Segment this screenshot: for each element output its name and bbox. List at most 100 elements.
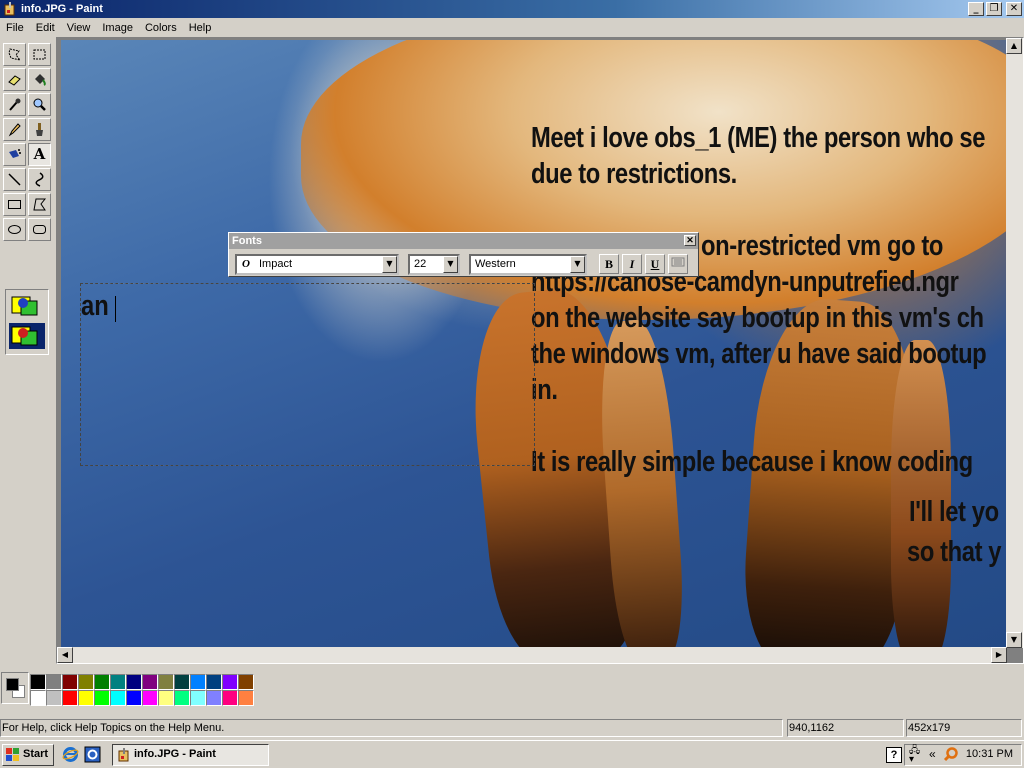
color-swatch[interactable]: [142, 690, 158, 706]
color-swatch[interactable]: [238, 674, 254, 690]
menu-edit[interactable]: Edit: [30, 22, 61, 34]
network-tray-icon[interactable]: 🖧 ▾: [909, 746, 920, 765]
color-swatch[interactable]: [158, 690, 174, 706]
color-swatch[interactable]: [206, 690, 222, 706]
color-swatch[interactable]: [94, 674, 110, 690]
font-size-select[interactable]: 22 ▼: [408, 254, 460, 275]
internet-explorer-icon[interactable]: [62, 746, 79, 763]
close-button[interactable]: ✕: [1006, 2, 1022, 16]
vertical-text-button[interactable]: [668, 254, 688, 274]
menu-image[interactable]: Image: [96, 22, 139, 34]
color-swatch[interactable]: [30, 690, 46, 706]
color-swatch[interactable]: [190, 690, 206, 706]
color-swatch[interactable]: [142, 674, 158, 690]
bold-button[interactable]: B: [599, 254, 619, 274]
show-desktop-icon[interactable]: [84, 746, 101, 763]
font-script-select[interactable]: Western ▼: [469, 254, 587, 275]
font-name-select[interactable]: O Impact ▼: [235, 254, 399, 275]
rounded-rectangle-icon: [33, 225, 46, 234]
color-swatch[interactable]: [238, 690, 254, 706]
ellipse-tool[interactable]: [3, 218, 26, 241]
magnifier-icon: [33, 98, 46, 111]
eraser-icon: [8, 75, 21, 86]
brush-tool[interactable]: [28, 118, 51, 141]
color-swatch[interactable]: [222, 690, 238, 706]
paint-app-icon[interactable]: [3, 2, 17, 16]
polygon-tool[interactable]: [28, 193, 51, 216]
chevron-down-icon[interactable]: ▼: [382, 256, 397, 273]
minimize-button[interactable]: _: [968, 2, 984, 16]
menu-help[interactable]: Help: [183, 22, 218, 34]
color-swatch[interactable]: [46, 690, 62, 706]
scroll-down-button[interactable]: ▼: [1006, 632, 1022, 648]
scroll-up-button[interactable]: ▲: [1006, 38, 1022, 54]
color-swatch[interactable]: [30, 674, 46, 690]
rectangle-tool[interactable]: [3, 193, 26, 216]
drawing-area[interactable]: Meet i love obs_1 (ME) the person who se…: [56, 37, 1024, 664]
airbrush-tool[interactable]: [3, 143, 26, 166]
color-swatch[interactable]: [206, 674, 222, 690]
select-tool[interactable]: [28, 43, 51, 66]
magnifier-tool[interactable]: [28, 93, 51, 116]
fill-with-color-tool[interactable]: [28, 68, 51, 91]
color-swatch[interactable]: [110, 674, 126, 690]
status-help-text: For Help, click Help Topics on the Help …: [0, 719, 783, 737]
color-swatch[interactable]: [158, 674, 174, 690]
current-colors: [1, 672, 29, 704]
menu-colors[interactable]: Colors: [139, 22, 183, 34]
fox-image-canvas[interactable]: Meet i love obs_1 (ME) the person who se…: [61, 40, 1006, 648]
chevron-down-icon[interactable]: ▼: [443, 256, 458, 273]
text-tool[interactable]: A: [28, 143, 51, 166]
help-tray-icon[interactable]: ?: [886, 747, 902, 763]
opaque-background-option[interactable]: [9, 293, 45, 319]
fonts-toolbar-title[interactable]: Fonts ✕: [229, 233, 698, 249]
color-swatch[interactable]: [174, 690, 190, 706]
color-swatch[interactable]: [78, 674, 94, 690]
typed-text[interactable]: an: [81, 290, 109, 323]
fonts-toolbar-title-text: Fonts: [232, 235, 262, 247]
menu-view[interactable]: View: [61, 22, 97, 34]
color-swatch[interactable]: [126, 690, 142, 706]
taskbar-item-paint[interactable]: info.JPG - Paint: [112, 744, 269, 766]
text-selection-box[interactable]: [80, 283, 535, 466]
rounded-rectangle-tool[interactable]: [28, 218, 51, 241]
free-form-select-tool[interactable]: [3, 43, 26, 66]
start-label: Start: [23, 748, 49, 760]
restore-button[interactable]: ❐: [986, 2, 1002, 16]
underline-button[interactable]: U: [645, 254, 665, 274]
fonts-close-button[interactable]: ✕: [684, 235, 696, 246]
transparent-background-option[interactable]: [9, 323, 45, 349]
taskbar: Start info.JPG - Paint ? 🖧 ▾ « 10:31 PM: [0, 740, 1024, 768]
scroll-left-button[interactable]: ◀: [57, 647, 73, 663]
color-swatch[interactable]: [78, 690, 94, 706]
eraser-tool[interactable]: [3, 68, 26, 91]
select-icon: [33, 49, 46, 60]
color-swatch[interactable]: [174, 674, 190, 690]
pencil-tool[interactable]: [3, 118, 26, 141]
chevron-left-icon[interactable]: «: [929, 747, 936, 761]
color-swatch[interactable]: [46, 674, 62, 690]
color-swatch[interactable]: [190, 674, 206, 690]
color-swatch[interactable]: [126, 674, 142, 690]
search-tray-icon[interactable]: [943, 746, 959, 765]
scroll-right-button[interactable]: ▶: [991, 647, 1007, 663]
paint-app-icon: [118, 748, 129, 762]
menu-file[interactable]: File: [0, 22, 30, 34]
italic-button[interactable]: I: [622, 254, 642, 274]
line-icon: [8, 173, 21, 186]
curve-tool[interactable]: [28, 168, 51, 191]
line-tool[interactable]: [3, 168, 26, 191]
start-button[interactable]: Start: [2, 744, 54, 766]
color-swatch[interactable]: [62, 690, 78, 706]
chevron-down-icon[interactable]: ▼: [570, 256, 585, 273]
vertical-scrollbar[interactable]: ▲ ▼: [1006, 38, 1023, 648]
color-swatch[interactable]: [222, 674, 238, 690]
text-caret: [115, 296, 116, 322]
color-swatch[interactable]: [62, 674, 78, 690]
tool-options: [5, 289, 49, 355]
horizontal-scrollbar[interactable]: ◀ ▶: [57, 647, 1007, 663]
clock[interactable]: 10:31 PM: [966, 748, 1013, 760]
color-swatch[interactable]: [94, 690, 110, 706]
pick-color-tool[interactable]: [3, 93, 26, 116]
color-swatch[interactable]: [110, 690, 126, 706]
